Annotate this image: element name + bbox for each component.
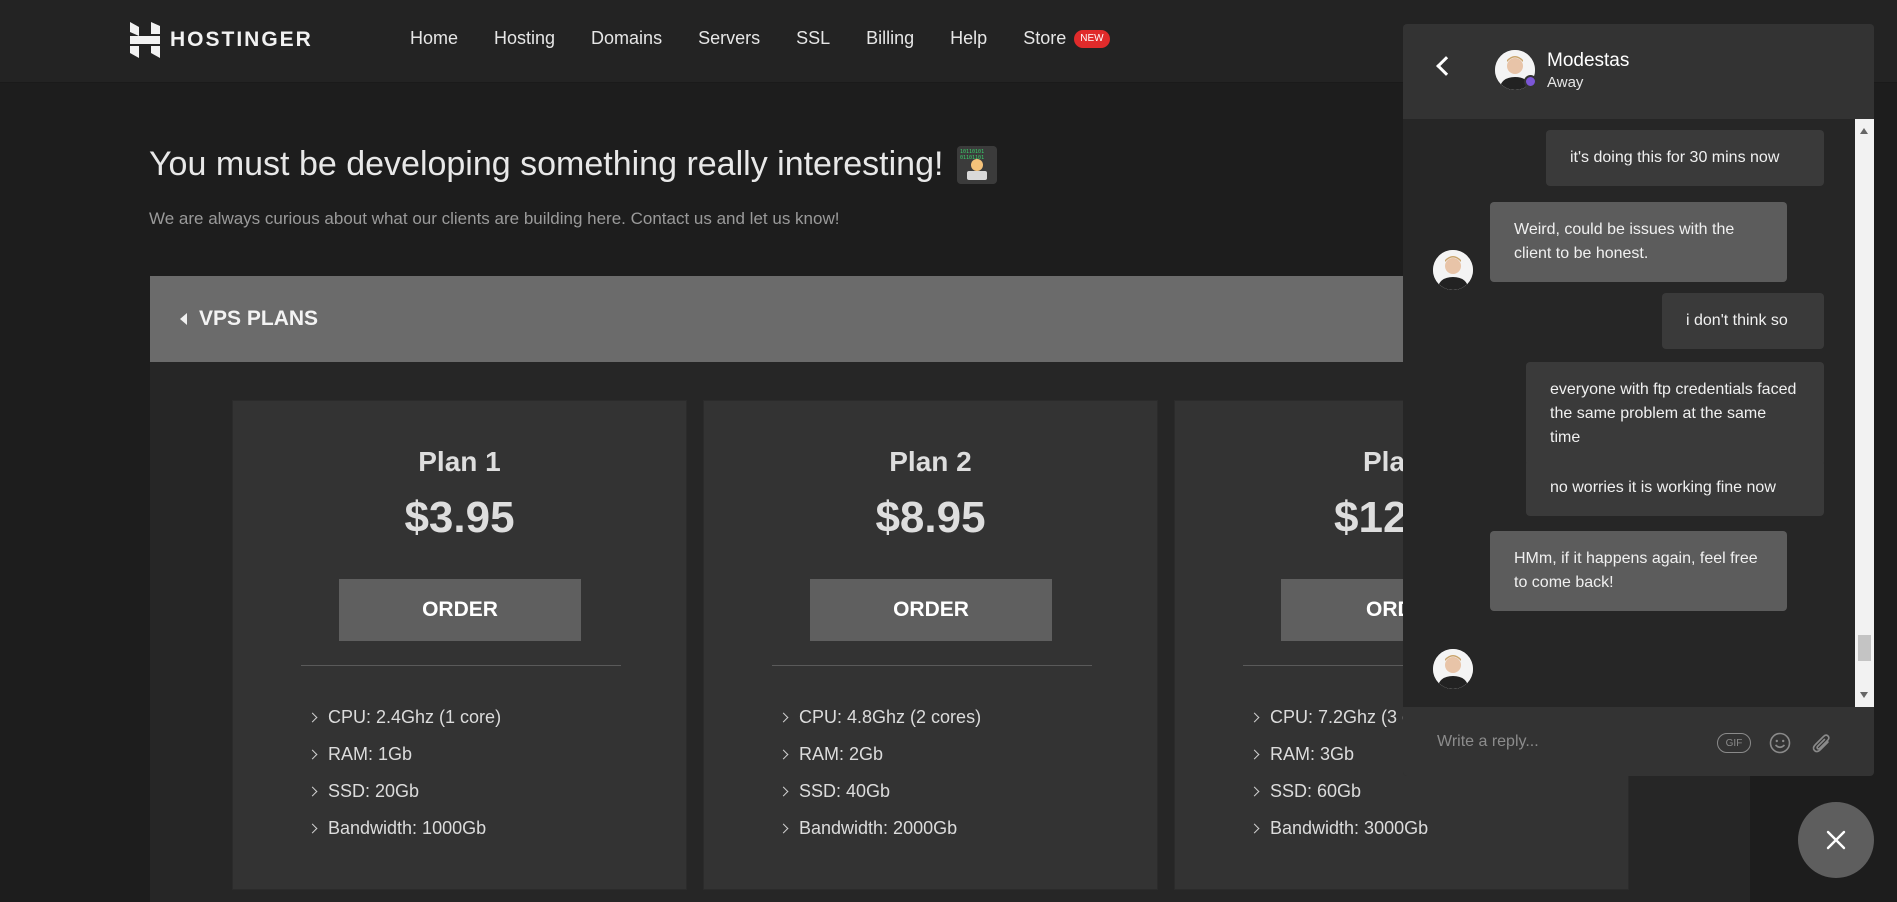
- nav-home[interactable]: Home: [410, 28, 458, 49]
- feature-item: CPU: 4.8Ghz (2 cores): [778, 699, 982, 736]
- plan-features: CPU: 4.8Ghz (2 cores) RAM: 2Gb SSD: 40Gb…: [778, 699, 982, 847]
- user-message: no worries it is working fine now: [1526, 460, 1824, 516]
- nav-help[interactable]: Help: [950, 28, 987, 49]
- nav-store-label: Store: [1023, 28, 1067, 48]
- chevron-right-icon: [778, 749, 789, 760]
- feature-item: Bandwidth: 1000Gb: [307, 810, 501, 847]
- chevron-right-icon: [1249, 823, 1260, 834]
- chevron-right-icon: [778, 712, 789, 723]
- hostinger-logo[interactable]: HOSTINGER: [130, 22, 313, 58]
- chat-composer: GIF: [1403, 707, 1874, 776]
- away-status-dot: [1524, 75, 1537, 88]
- feature-text: CPU: 2.4Ghz (1 core): [328, 707, 502, 727]
- feature-item: RAM: 2Gb: [778, 736, 981, 773]
- nav-servers[interactable]: Servers: [698, 28, 760, 49]
- plan-features: CPU: 7.2Ghz (3 c RAM: 3Gb SSD: 60Gb Band…: [1249, 699, 1429, 847]
- agent-name: Modestas: [1547, 50, 1630, 71]
- agent-message-avatar: [1433, 250, 1473, 290]
- developer-emoji-icon: 1011010101101101: [957, 145, 998, 184]
- nav-store[interactable]: Store NEW: [1023, 28, 1110, 49]
- caret-left-icon: [180, 313, 187, 325]
- feature-item: CPU: 2.4Ghz (1 core): [307, 699, 502, 736]
- feature-item: RAM: 3Gb: [1249, 736, 1428, 773]
- feature-text: CPU: 7.2Ghz (3 c: [1270, 707, 1412, 727]
- feature-text: RAM: 2Gb: [799, 744, 884, 764]
- chat-scrollbar[interactable]: [1855, 119, 1874, 707]
- chevron-right-icon: [1249, 749, 1260, 760]
- nav-ssl[interactable]: SSL: [796, 28, 830, 49]
- chevron-right-icon: [778, 823, 789, 834]
- plan-features: CPU: 2.4Ghz (1 core) RAM: 1Gb SSD: 20Gb …: [307, 699, 502, 847]
- chevron-right-icon: [307, 712, 318, 723]
- nav-domains[interactable]: Domains: [591, 28, 662, 49]
- divider: [301, 665, 621, 666]
- main-nav: Home Hosting Domains Servers SSL Billing…: [410, 28, 1146, 49]
- feature-item: CPU: 7.2Ghz (3 c: [1249, 699, 1428, 736]
- brand-name: HOSTINGER: [170, 28, 313, 51]
- feature-item: SSD: 20Gb: [307, 773, 501, 810]
- feature-text: SSD: 40Gb: [799, 781, 891, 801]
- plan-name: Plan 1: [418, 446, 501, 477]
- hostinger-logo-icon: [130, 22, 160, 58]
- user-message: it's doing this for 30 mins now: [1546, 130, 1824, 186]
- nav-billing[interactable]: Billing: [866, 28, 914, 49]
- chat-header: Modestas Away: [1403, 24, 1874, 119]
- paperclip-icon[interactable]: [1810, 731, 1834, 755]
- close-chat-button[interactable]: [1798, 802, 1874, 878]
- plan-price: $8.95: [875, 493, 986, 542]
- scroll-down-arrow-icon[interactable]: [1860, 692, 1868, 698]
- user-message: i don't think so: [1662, 293, 1824, 349]
- user-message: everyone with ftp credentials faced the …: [1526, 362, 1824, 466]
- chevron-right-icon: [307, 749, 318, 760]
- agent-message: Weird, could be issues with the client t…: [1490, 202, 1787, 282]
- plan-price: $3.95: [404, 493, 515, 542]
- order-button-plan-1[interactable]: ORDER: [339, 579, 581, 641]
- chevron-right-icon: [1249, 712, 1260, 723]
- order-button-plan-2[interactable]: ORDER: [810, 579, 1052, 641]
- chevron-right-icon: [778, 786, 789, 797]
- message-list: it's doing this for 30 mins now Weird, c…: [1403, 119, 1874, 707]
- feature-item: RAM: 1Gb: [307, 736, 501, 773]
- chevron-right-icon: [307, 823, 318, 834]
- feature-item: Bandwidth: 3000Gb: [1249, 810, 1429, 847]
- feature-item: Bandwidth: 2000Gb: [778, 810, 981, 847]
- chat-widget: Modestas Away it's doing this for 30 min…: [1403, 24, 1874, 776]
- emoji-icon[interactable]: [1769, 732, 1791, 754]
- plan-name: Plan 2: [889, 446, 972, 477]
- person-icon: [1433, 250, 1473, 290]
- svg-text:01101101: 01101101: [960, 155, 984, 161]
- chevron-right-icon: [307, 786, 318, 797]
- feature-text: RAM: 1Gb: [328, 744, 413, 764]
- reply-input[interactable]: [1437, 727, 1687, 757]
- feature-text: Bandwidth: 3000Gb: [1270, 818, 1429, 838]
- scroll-up-arrow-icon[interactable]: [1860, 128, 1868, 134]
- new-badge: NEW: [1074, 29, 1110, 48]
- divider: [772, 665, 1092, 666]
- feature-text: Bandwidth: 2000Gb: [799, 818, 958, 838]
- plan-card-2: Plan 2 $8.95 ORDER CPU: 4.8Ghz (2 cores)…: [703, 400, 1158, 890]
- agent-message-avatar: [1433, 649, 1473, 689]
- feature-item: SSD: 40Gb: [778, 773, 981, 810]
- person-icon: [1433, 649, 1473, 689]
- feature-text: SSD: 20Gb: [328, 781, 420, 801]
- nav-hosting[interactable]: Hosting: [494, 28, 555, 49]
- close-icon: [1826, 830, 1846, 850]
- feature-text: Bandwidth: 1000Gb: [328, 818, 487, 838]
- plan-card-1: Plan 1 $3.95 ORDER CPU: 2.4Ghz (1 core) …: [232, 400, 687, 890]
- agent-status: Away: [1547, 74, 1584, 91]
- chevron-right-icon: [1249, 786, 1260, 797]
- scroll-thumb[interactable]: [1858, 635, 1871, 661]
- hero-title-text: You must be developing something really …: [149, 145, 944, 183]
- feature-item: SSD: 60Gb: [1249, 773, 1428, 810]
- hero-subtitle: We are always curious about what our cli…: [149, 209, 840, 228]
- agent-message: HMm, if it happens again, feel free to c…: [1490, 531, 1787, 611]
- feature-text: SSD: 60Gb: [1270, 781, 1362, 801]
- feature-text: RAM: 3Gb: [1270, 744, 1355, 764]
- hero-heading: You must be developing something really …: [149, 145, 998, 184]
- vps-plans-title: VPS PLANS: [199, 307, 319, 330]
- feature-text: CPU: 4.8Ghz (2 cores): [799, 707, 982, 727]
- back-arrow-icon[interactable]: [1436, 56, 1456, 76]
- gif-button[interactable]: GIF: [1717, 733, 1751, 753]
